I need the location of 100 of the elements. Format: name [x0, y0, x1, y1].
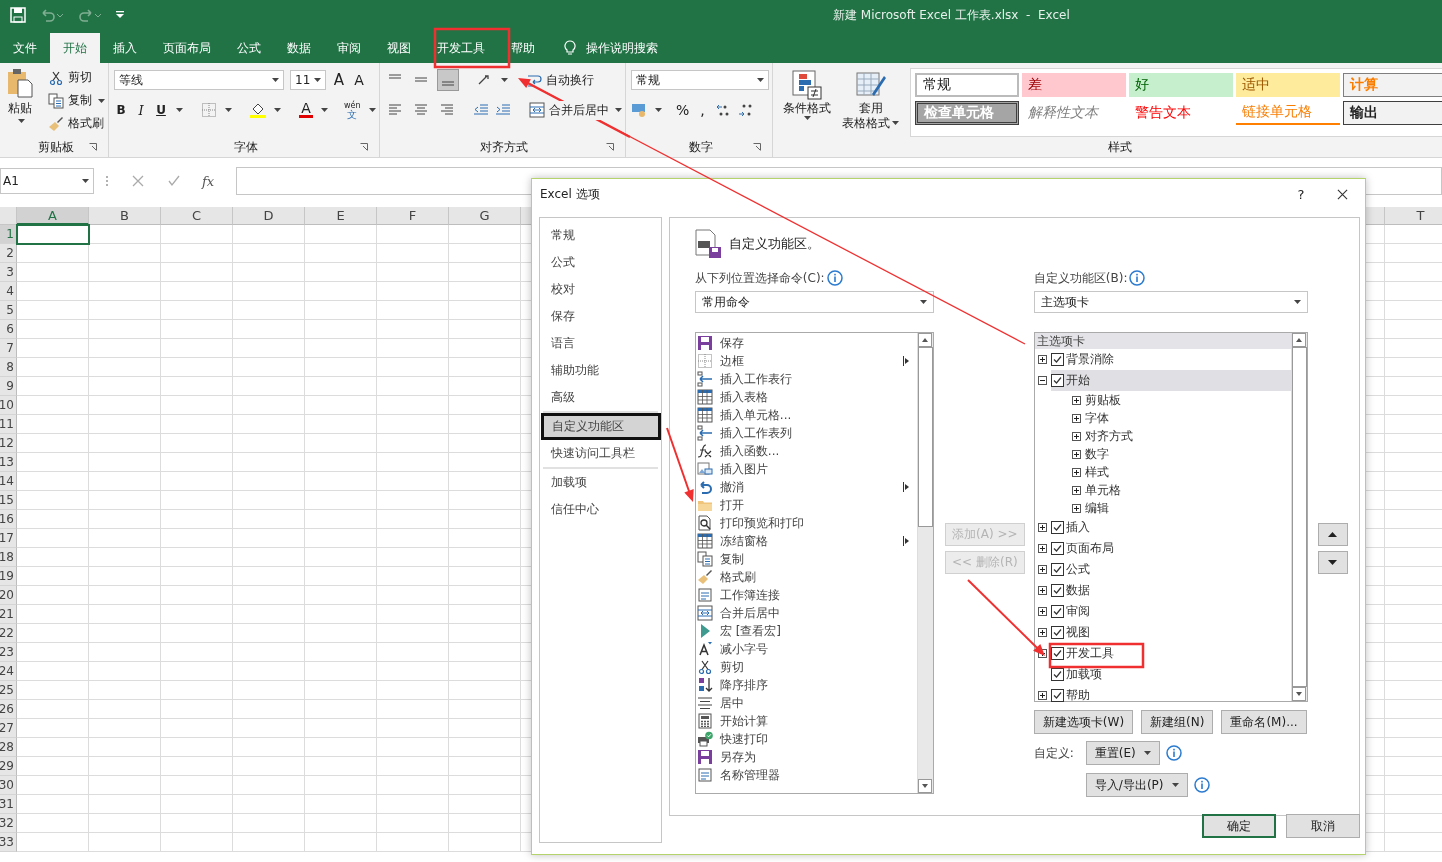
expand-icon[interactable]	[1071, 413, 1081, 423]
scroll-thumb[interactable]	[1291, 347, 1307, 687]
close-icon[interactable]	[1337, 188, 1348, 200]
currency-icon[interactable]	[630, 102, 647, 118]
row-header[interactable]: 4	[0, 282, 17, 301]
scroll-up-icon[interactable]	[917, 333, 932, 347]
ribbon-tab[interactable]: 页面布局	[150, 33, 224, 63]
help-button[interactable]: ?	[1291, 186, 1311, 202]
expand-icon[interactable]	[1071, 449, 1081, 459]
italic-button[interactable]: I	[134, 102, 148, 118]
row-header[interactable]: 18	[0, 548, 17, 567]
insert-function-button[interactable]: fx	[202, 173, 215, 189]
ribbon-tab[interactable]: 帮助	[498, 33, 548, 63]
dialog-launcher-icon[interactable]	[752, 143, 761, 151]
row-header[interactable]: 11	[0, 415, 17, 434]
row-header[interactable]: 17	[0, 529, 17, 548]
fill-color-icon[interactable]	[250, 102, 266, 118]
selected-cell[interactable]	[16, 224, 90, 245]
category-item[interactable]: 信任中心	[540, 496, 661, 523]
save-icon[interactable]	[10, 7, 26, 23]
category-item[interactable]: 公式	[540, 249, 661, 276]
row-header[interactable]: 19	[0, 567, 17, 586]
command-item[interactable]: 插入工作表行	[695, 370, 917, 388]
align-icon[interactable]	[436, 69, 459, 91]
table-format-button[interactable]: 套用 表格格式	[841, 68, 900, 137]
scroll-down-icon[interactable]	[917, 779, 932, 793]
row-header[interactable]: 30	[0, 776, 17, 795]
row-header[interactable]: 10	[0, 396, 17, 415]
expand-icon[interactable]	[1037, 607, 1047, 616]
ribbon-tab[interactable]: 文件	[0, 33, 50, 63]
ribbon-tab[interactable]: 开发工具	[424, 33, 498, 63]
command-item[interactable]: 复制	[695, 550, 917, 568]
info-icon[interactable]	[1193, 777, 1210, 793]
tree-item[interactable]: 字体	[1084, 409, 1109, 427]
percent-button[interactable]: %	[675, 102, 690, 118]
name-box[interactable]: A1	[0, 168, 94, 194]
expand-icon[interactable]	[1071, 485, 1081, 495]
ribbon-tab[interactable]: 视图	[374, 33, 424, 63]
tree-action-button[interactable]: 重命名(M)...	[1221, 710, 1307, 734]
conditional-format-button[interactable]: 条件格式	[777, 68, 836, 137]
checkbox[interactable]	[1050, 689, 1064, 702]
reset-button[interactable]: 重置(E)	[1085, 741, 1160, 765]
cell-style[interactable]: 警告文本	[1128, 101, 1233, 125]
tree-item[interactable]: 开发工具	[1065, 645, 1114, 662]
row-header[interactable]: 9	[0, 377, 17, 396]
column-header[interactable]: B	[89, 207, 161, 225]
checkbox[interactable]	[1050, 563, 1064, 576]
tree-item[interactable]: 编辑	[1084, 499, 1109, 517]
cell-style[interactable]: 好	[1128, 73, 1233, 97]
cell-style[interactable]: 常规	[914, 73, 1019, 97]
expand-icon[interactable]	[1037, 628, 1047, 637]
column-header[interactable]: A	[17, 207, 89, 225]
checkbox[interactable]	[1050, 542, 1064, 555]
tree-item[interactable]: 样式	[1084, 463, 1109, 481]
ribbon-tab[interactable]: 数据	[274, 33, 324, 63]
command-item[interactable]: 插入函数...	[695, 442, 917, 460]
tree-item[interactable]: 公式	[1065, 561, 1090, 578]
tree-item[interactable]: 数据	[1065, 582, 1090, 599]
expand-icon[interactable]	[1037, 355, 1047, 364]
dialog-button[interactable]: 取消	[1286, 814, 1360, 838]
expand-icon[interactable]	[1037, 691, 1047, 700]
category-item[interactable]: 高级	[540, 384, 661, 411]
column-header[interactable]: F	[377, 207, 449, 225]
row-header[interactable]: 14	[0, 472, 17, 491]
command-item[interactable]: 插入工作表列	[695, 424, 917, 442]
cell-style[interactable]: 差	[1021, 73, 1126, 97]
command-item[interactable]: 快速打印	[695, 730, 917, 748]
category-item[interactable]: 校对	[540, 276, 661, 303]
tree-item[interactable]: 插入	[1065, 519, 1090, 536]
row-header[interactable]: 31	[0, 795, 17, 814]
command-item[interactable]: 插入表格	[695, 388, 917, 406]
ribbon-tab[interactable]: 插入	[100, 33, 150, 63]
info-icon[interactable]	[1165, 745, 1182, 761]
check-icon[interactable]	[168, 175, 180, 187]
column-header[interactable]: D	[233, 207, 305, 225]
tree-item[interactable]: 视图	[1065, 624, 1090, 641]
row-header[interactable]: 8	[0, 358, 17, 377]
command-item[interactable]: 打开	[695, 496, 917, 514]
import-export-button[interactable]: 导入/导出(P)	[1085, 773, 1188, 797]
row-header[interactable]: 3	[0, 263, 17, 282]
tree-item[interactable]: 背景消除	[1065, 351, 1114, 368]
tree-item[interactable]: 加载项	[1065, 666, 1102, 683]
grow-font-button[interactable]: A	[332, 71, 346, 89]
command-item[interactable]: 居中	[695, 694, 917, 712]
comma-button[interactable]: ,	[695, 102, 710, 118]
row-header[interactable]: 32	[0, 814, 17, 833]
row-header[interactable]: 29	[0, 757, 17, 776]
row-header[interactable]: 7	[0, 339, 17, 358]
phonetic-button[interactable]: wén 文	[344, 101, 361, 119]
decrease-decimal-icon[interactable]	[737, 102, 754, 118]
category-item[interactable]: 语言	[540, 330, 661, 357]
row-header[interactable]: 20	[0, 586, 17, 605]
expand-icon[interactable]	[1071, 395, 1081, 405]
tree-action-button[interactable]: 新建选项卡(W)	[1033, 710, 1134, 734]
column-header[interactable]: E	[305, 207, 377, 225]
row-header[interactable]: 13	[0, 453, 17, 472]
info-icon[interactable]	[1129, 270, 1146, 286]
paste-button[interactable]: 粘贴	[5, 68, 35, 137]
checkbox[interactable]	[1050, 521, 1064, 534]
expand-icon[interactable]	[1071, 467, 1081, 477]
